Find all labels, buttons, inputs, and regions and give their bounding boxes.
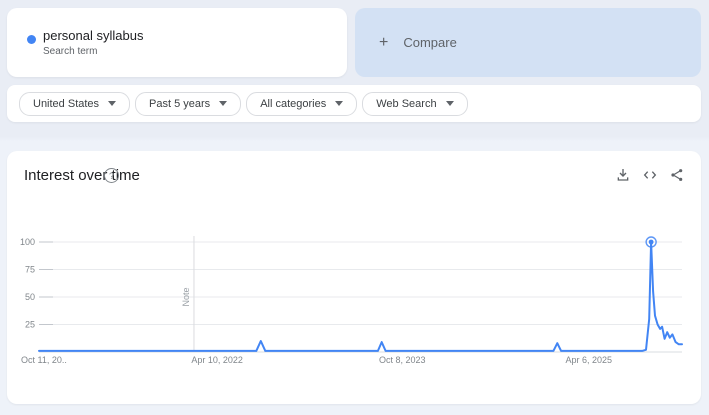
- interest-over-time-card: Interest over time ?: [7, 151, 701, 404]
- y-tick-label: 75: [25, 265, 35, 275]
- chevron-down-icon: [446, 101, 454, 106]
- x-tick-label: Apr 10, 2022: [191, 355, 243, 365]
- filter-search-type-label: Web Search: [376, 98, 436, 110]
- y-tick-label: 25: [25, 320, 35, 330]
- plus-icon: +: [379, 35, 388, 51]
- filter-geo-dropdown[interactable]: United States: [19, 92, 130, 116]
- chevron-down-icon: [108, 101, 116, 106]
- x-tick-label: Oct 8, 2023: [379, 355, 426, 365]
- chevron-down-icon: [219, 101, 227, 106]
- compare-label: Compare: [403, 35, 456, 50]
- note-label: Note: [181, 287, 191, 306]
- filter-geo-label: United States: [33, 98, 99, 110]
- filter-time-dropdown[interactable]: Past 5 years: [135, 92, 241, 116]
- add-comparison-button[interactable]: + Compare: [355, 8, 701, 77]
- search-term-card[interactable]: personal syllabus Search term: [7, 8, 347, 77]
- search-term: personal syllabus: [43, 28, 143, 43]
- search-term-type: Search term: [43, 46, 143, 58]
- google-trends-explore-page: personal syllabus Search term + Compare …: [0, 0, 709, 415]
- filter-bar: United States Past 5 years All categorie…: [7, 85, 701, 122]
- series-color-dot: [27, 35, 36, 44]
- chevron-down-icon: [335, 101, 343, 106]
- filter-time-label: Past 5 years: [149, 98, 210, 110]
- y-tick-label: 100: [20, 237, 35, 247]
- filter-category-label: All categories: [260, 98, 326, 110]
- filter-search-type-dropdown[interactable]: Web Search: [362, 92, 467, 116]
- x-tick-label: Oct 11, 20..: [21, 355, 67, 365]
- interest-over-time-chart[interactable]: 25 50 75 100 Note Oct 11, 20.. Apr 10, 2022 Oct…: [7, 151, 701, 404]
- filter-category-dropdown[interactable]: All categories: [246, 92, 357, 116]
- y-tick-label: 50: [25, 292, 35, 302]
- peak-marker-dot: [649, 240, 654, 245]
- trend-line[interactable]: [39, 242, 682, 351]
- x-tick-label: Apr 6, 2025: [565, 355, 612, 365]
